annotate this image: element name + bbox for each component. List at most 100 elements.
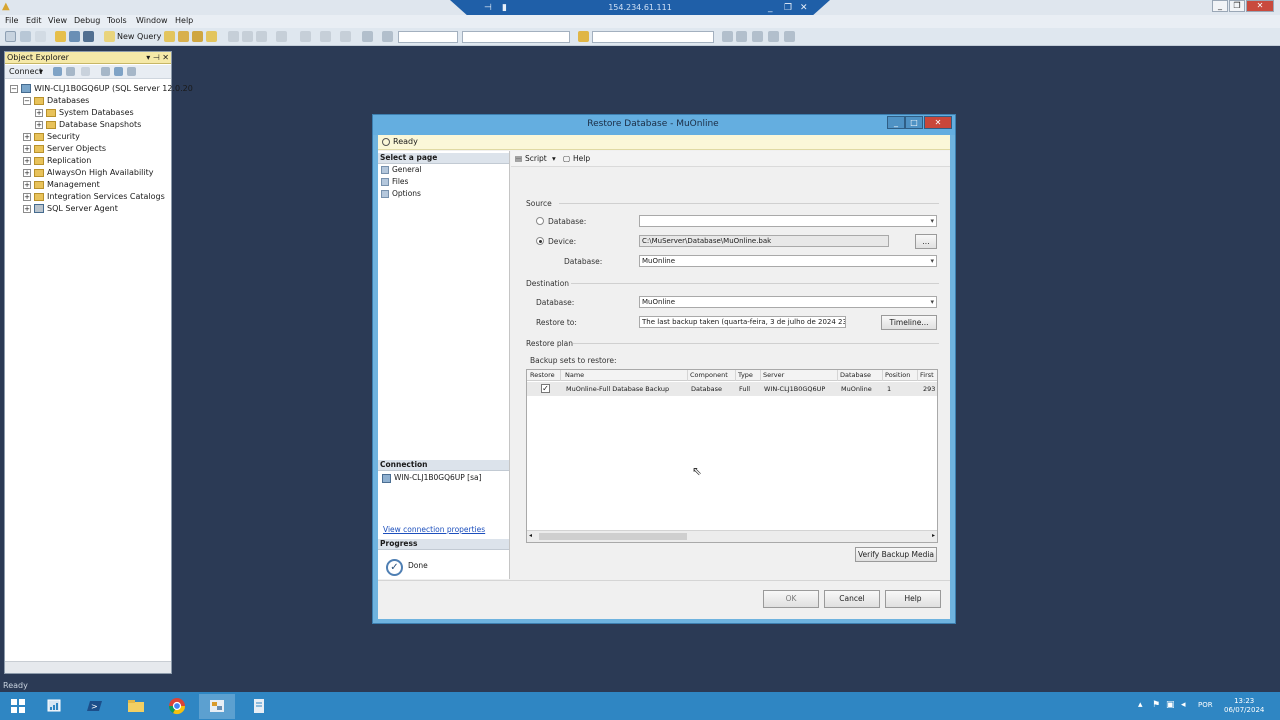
save-icon[interactable] xyxy=(69,31,80,42)
taskbar-ssms[interactable] xyxy=(199,694,235,719)
open-file-icon[interactable] xyxy=(55,31,66,42)
disconnect-icon[interactable] xyxy=(66,67,75,76)
query-analysis-icon[interactable] xyxy=(178,31,189,42)
grid-horizontal-scrollbar[interactable]: ◂ ▸ xyxy=(527,530,937,542)
new-query-button[interactable]: New Query xyxy=(117,32,161,41)
menu-file[interactable]: File xyxy=(5,16,18,25)
source-device-radio[interactable] xyxy=(536,237,544,245)
navigate-forward-icon[interactable] xyxy=(320,31,331,42)
source-database-select[interactable]: MuOnline ▾ xyxy=(639,255,937,267)
properties-icon[interactable] xyxy=(736,31,747,42)
script-dropdown-icon[interactable]: ▾ xyxy=(552,154,556,163)
help-button[interactable]: Help xyxy=(885,590,941,608)
column-header[interactable]: Position xyxy=(885,371,910,379)
toolbar-options-icon[interactable] xyxy=(784,31,795,42)
activity-monitor-icon[interactable] xyxy=(127,67,136,76)
find-combo[interactable] xyxy=(592,31,714,43)
connect-button[interactable]: Connect xyxy=(9,67,42,76)
dialog-maximize-button[interactable]: □ xyxy=(905,116,923,129)
connect-dropdown-icon[interactable]: ▾ xyxy=(39,67,43,76)
restore-button[interactable]: ❐ xyxy=(1229,0,1245,12)
start-icon[interactable] xyxy=(382,31,393,42)
copy-icon[interactable] xyxy=(242,31,253,42)
tray-network-icon[interactable]: ▣ xyxy=(1166,700,1175,710)
find-icon[interactable] xyxy=(578,31,589,42)
column-header[interactable]: First xyxy=(920,371,934,379)
expand-icon[interactable]: + xyxy=(23,156,31,165)
tree-node-integration-services[interactable]: + Integration Services Catalogs xyxy=(23,192,165,202)
expand-icon[interactable]: + xyxy=(23,180,31,189)
save-all-icon[interactable] xyxy=(83,31,94,42)
ok-button[interactable]: OK xyxy=(763,590,819,608)
taskbar-file-explorer[interactable] xyxy=(118,694,154,719)
collapse-icon[interactable]: − xyxy=(23,96,31,105)
expand-icon[interactable]: + xyxy=(23,168,31,177)
cancel-button[interactable]: Cancel xyxy=(824,590,880,608)
debug-icon[interactable] xyxy=(362,31,373,42)
cut-icon[interactable] xyxy=(228,31,239,42)
filter-icon[interactable] xyxy=(101,67,110,76)
add-item-icon[interactable] xyxy=(20,31,31,42)
tree-node-system-databases[interactable]: + System Databases xyxy=(35,108,134,118)
destination-database-select[interactable]: MuOnline ▾ xyxy=(639,296,937,308)
panel-controls-icon[interactable]: ▾ ⊣ ✕ xyxy=(146,52,169,63)
tray-volume-icon[interactable]: ◂ xyxy=(1181,700,1186,710)
menu-edit[interactable]: Edit xyxy=(26,16,42,25)
undo-icon[interactable] xyxy=(35,31,46,42)
start-button[interactable] xyxy=(0,694,36,719)
column-header[interactable]: Restore xyxy=(530,371,555,379)
tray-flag-icon[interactable]: ⚑ xyxy=(1152,700,1160,710)
minimize-button[interactable]: _ xyxy=(1212,0,1228,12)
pin-icon[interactable]: ⊣ xyxy=(484,0,492,16)
dialog-minimize-button[interactable]: _ xyxy=(887,116,905,129)
expand-icon[interactable]: + xyxy=(23,132,31,141)
query-db-icon[interactable] xyxy=(164,31,175,42)
scroll-right-icon[interactable]: ▸ xyxy=(932,532,935,539)
backup-sets-grid[interactable]: Restore Name Component Type Server Datab… xyxy=(526,369,938,543)
expand-icon[interactable]: + xyxy=(23,144,31,153)
toolbox-icon[interactable] xyxy=(752,31,763,42)
dialog-close-button[interactable]: ✕ xyxy=(924,116,952,129)
script-button[interactable]: Script xyxy=(525,154,547,163)
tray-clock[interactable]: 13:23 06/07/2024 xyxy=(1224,697,1264,715)
query-xmla-icon[interactable] xyxy=(192,31,203,42)
tray-language[interactable]: POR xyxy=(1198,701,1213,709)
browse-device-button[interactable]: ... xyxy=(915,234,937,249)
remote-minimize-icon[interactable]: _ xyxy=(768,0,773,16)
tree-node-alwayson[interactable]: + AlwaysOn High Availability xyxy=(23,168,154,178)
source-database-combo[interactable]: ▾ xyxy=(639,215,937,227)
window-layout-icon[interactable] xyxy=(768,31,779,42)
view-connection-properties-link[interactable]: View connection properties xyxy=(383,525,485,534)
expand-icon[interactable]: + xyxy=(23,192,31,201)
refresh-icon[interactable] xyxy=(114,67,123,76)
menu-tools[interactable]: Tools xyxy=(107,16,127,25)
query-dmx-icon[interactable] xyxy=(206,31,217,42)
scrollbar-thumb[interactable] xyxy=(539,533,687,540)
help-link[interactable]: Help xyxy=(573,154,590,163)
tree-node-security[interactable]: + Security xyxy=(23,132,80,142)
restore-checkbox[interactable]: ✓ xyxy=(541,384,550,393)
menu-window[interactable]: Window xyxy=(136,16,168,25)
column-header[interactable]: Type xyxy=(738,371,753,379)
navigate-back-icon[interactable] xyxy=(300,31,311,42)
tree-node-database-snapshots[interactable]: + Database Snapshots xyxy=(35,120,141,130)
find-in-files-icon[interactable] xyxy=(722,31,733,42)
tree-node-management[interactable]: + Management xyxy=(23,180,100,190)
column-header[interactable]: Component xyxy=(690,371,728,379)
remote-restore-icon[interactable]: ❐ xyxy=(784,0,792,16)
column-header[interactable]: Name xyxy=(565,371,584,379)
collapse-icon[interactable]: − xyxy=(10,84,18,93)
new-project-icon[interactable] xyxy=(5,31,16,42)
column-header[interactable]: Server xyxy=(763,371,784,379)
source-database-radio[interactable] xyxy=(536,217,544,225)
new-query-icon[interactable] xyxy=(104,31,115,42)
restore-to-field[interactable]: The last backup taken (quarta-feira, 3 d… xyxy=(639,316,846,328)
close-button[interactable]: ✕ xyxy=(1246,0,1274,12)
verify-backup-media-button[interactable]: Verify Backup Media xyxy=(855,547,937,562)
stop-icon[interactable] xyxy=(81,67,90,76)
connect-icon[interactable] xyxy=(53,67,62,76)
object-explorer-scrollbar[interactable] xyxy=(5,661,171,673)
column-header[interactable]: Database xyxy=(840,371,871,379)
scroll-left-icon[interactable]: ◂ xyxy=(529,532,532,539)
script-icon[interactable]: ▤ xyxy=(515,154,522,163)
